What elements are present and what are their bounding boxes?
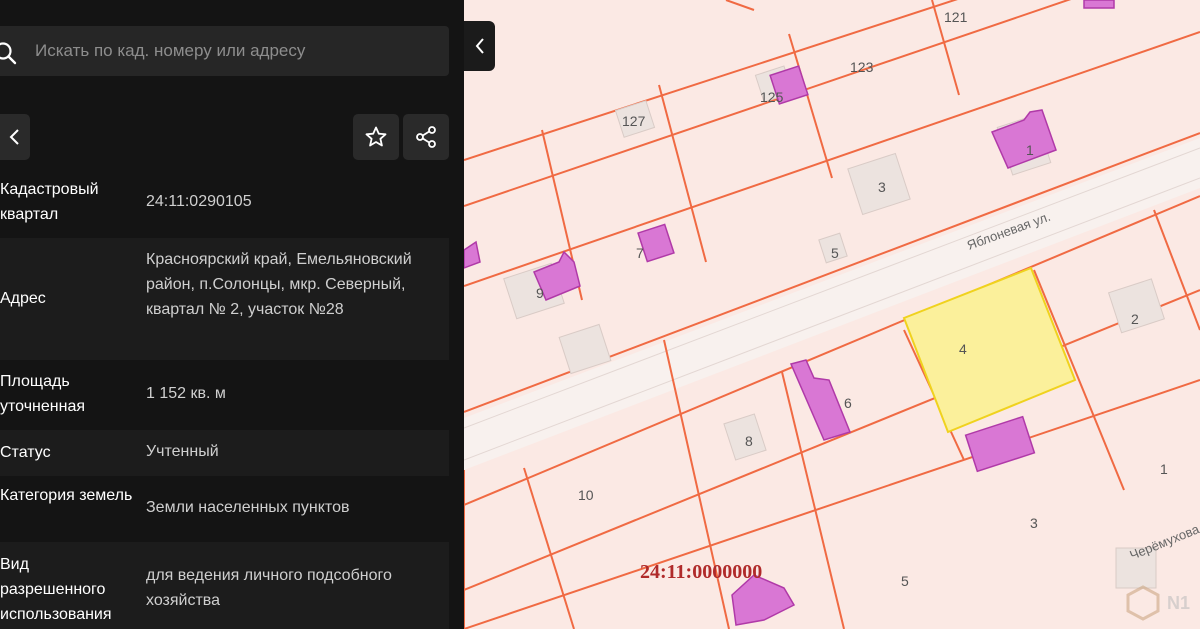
back-button[interactable] <box>0 114 30 160</box>
info-row-land-category: Категория земель Земли населенных пункто… <box>0 476 449 542</box>
search-bar <box>0 26 449 76</box>
info-value: Земли населенных пунктов <box>146 499 350 516</box>
chevron-left-icon <box>475 38 484 54</box>
info-panel: Кадастровый квартал 24:11:0290105 Адрес … <box>0 0 464 629</box>
info-value[interactable]: 24:11:0290105 <box>146 189 441 214</box>
property-info-table: Кадастровый квартал 24:11:0290105 Адрес … <box>0 166 449 629</box>
plot-number: 2 <box>1131 311 1139 327</box>
plot-number: 121 <box>944 9 968 25</box>
plot-number: 7 <box>636 245 644 261</box>
search-icon[interactable] <box>0 39 19 67</box>
selected-plot[interactable] <box>902 266 1077 434</box>
plot-number: 6 <box>844 395 852 411</box>
plot-number: 5 <box>901 573 909 589</box>
info-row-area: Площадь уточненная 1 152 кв. м <box>0 360 449 430</box>
n1-logo-icon <box>1126 585 1160 621</box>
plot-number: 5 <box>831 245 839 261</box>
share-icon <box>416 126 436 148</box>
plot-number: 3 <box>878 179 886 195</box>
plot-number: 3 <box>1030 515 1038 531</box>
info-row-status: Статус Учтенный <box>0 430 449 476</box>
info-label: Статус <box>0 444 51 461</box>
plot-number: 127 <box>622 113 646 129</box>
watermark: N1 <box>1125 585 1190 621</box>
plot-number: 8 <box>745 433 753 449</box>
share-button[interactable] <box>403 114 449 160</box>
plot-number: 4 <box>959 341 967 357</box>
search-input[interactable] <box>35 26 435 76</box>
info-label: Кадастровый квартал <box>0 181 99 223</box>
info-label: Площадь уточненная <box>0 373 85 415</box>
plot-number: 123 <box>850 59 874 75</box>
cadastral-quarter-label: 24:11:0000000 <box>640 561 762 583</box>
info-value: Учтенный <box>146 443 219 460</box>
info-row-permitted-use: Вид разрешенного использования для веден… <box>0 542 449 629</box>
plot-number: 1 <box>1026 142 1034 158</box>
star-icon <box>365 126 387 147</box>
info-row-address: Адрес Красноярский край, Емельяновский р… <box>0 238 449 360</box>
plot-number: 9 <box>536 285 544 301</box>
chevron-left-icon <box>9 129 19 145</box>
plot-number: 10 <box>578 487 594 503</box>
info-label: Адрес <box>0 290 46 307</box>
info-label: Вид разрешенного использования <box>0 556 112 623</box>
plot-number: 1 <box>1160 461 1168 477</box>
info-value: для ведения личного подсобного хозяйства <box>146 567 392 609</box>
plot-number: 125 <box>760 89 784 105</box>
cadastral-map[interactable]: 121 123 125 127 1 3 5 7 9 4 2 6 8 10 1 3… <box>464 0 1200 629</box>
info-value: 1 152 кв. м <box>146 385 226 402</box>
map-canvas[interactable]: 121 123 125 127 1 3 5 7 9 4 2 6 8 10 1 3… <box>464 0 1200 629</box>
street-label: Черёмухова <box>1128 521 1200 563</box>
favorite-button[interactable] <box>353 114 399 160</box>
collapse-panel-button[interactable] <box>464 21 495 71</box>
info-row-cadastral-quarter: Кадастровый квартал 24:11:0290105 <box>0 166 449 238</box>
info-label: Категория земель <box>0 487 133 504</box>
info-value: Красноярский край, Емельяновский район, … <box>146 251 412 318</box>
watermark-text: N1 <box>1166 592 1190 613</box>
